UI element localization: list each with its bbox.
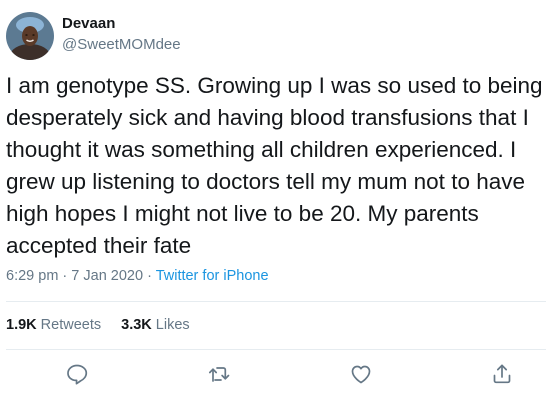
- likes-count: 3.3K: [121, 317, 152, 333]
- tweet-text: I am genotype SS. Growing up I was so us…: [6, 70, 546, 262]
- meta-separator: ·: [143, 268, 156, 284]
- retweets-count: 1.9K: [6, 317, 37, 333]
- tweet-card: Devaan @SweetMOMdee I am genotype SS. Gr…: [0, 0, 552, 410]
- tweet-text-line: thought it was something all children ex…: [6, 137, 517, 162]
- heart-icon: [351, 365, 371, 384]
- tweet-text-line: accepted their fate: [6, 233, 192, 258]
- retweet-icon: [208, 367, 230, 382]
- retweets-stat[interactable]: 1.9K Retweets: [6, 315, 101, 335]
- author-names: Devaan @SweetMOMdee: [62, 14, 181, 55]
- reply-icon: [67, 364, 88, 385]
- avatar[interactable]: [6, 12, 54, 60]
- tweet-meta: 6:29 pm · 7 Jan 2020 · Twitter for iPhon…: [6, 266, 269, 286]
- likes-label: Likes: [155, 317, 190, 333]
- like-button[interactable]: [349, 362, 373, 386]
- tweet-text-line: grew up listening to doctors tell my mum…: [6, 169, 525, 194]
- share-icon: [493, 364, 511, 384]
- reply-button[interactable]: [65, 362, 89, 386]
- display-name[interactable]: Devaan: [62, 14, 181, 34]
- tweet-actions: [0, 362, 552, 388]
- divider: [6, 349, 546, 350]
- retweets-label: Retweets: [40, 317, 102, 333]
- likes-stat[interactable]: 3.3K Likes: [121, 315, 190, 335]
- tweet-source-link[interactable]: Twitter for iPhone: [156, 268, 269, 284]
- tweet-date: 7 Jan 2020: [71, 268, 144, 284]
- divider: [6, 301, 546, 302]
- tweet-timestamp[interactable]: 6:29 pm · 7 Jan 2020: [6, 268, 143, 284]
- tweet-header: Devaan @SweetMOMdee: [6, 12, 181, 62]
- retweet-button[interactable]: [207, 362, 231, 386]
- tweet-stats: 1.9K Retweets 3.3K Likes: [6, 315, 190, 335]
- tweet-time: 6:29 pm: [6, 268, 59, 284]
- tweet-text-line: I am genotype SS. Growing up I was so us…: [6, 73, 543, 98]
- tweet-text-line: desperately sick and having blood transf…: [6, 105, 529, 130]
- tweet-text-line: high hopes I might not live to be 20. My…: [6, 201, 479, 226]
- meta-separator: ·: [58, 268, 72, 284]
- user-handle[interactable]: @SweetMOMdee: [62, 35, 181, 55]
- avatar-image: [6, 12, 54, 60]
- share-button[interactable]: [490, 362, 514, 386]
